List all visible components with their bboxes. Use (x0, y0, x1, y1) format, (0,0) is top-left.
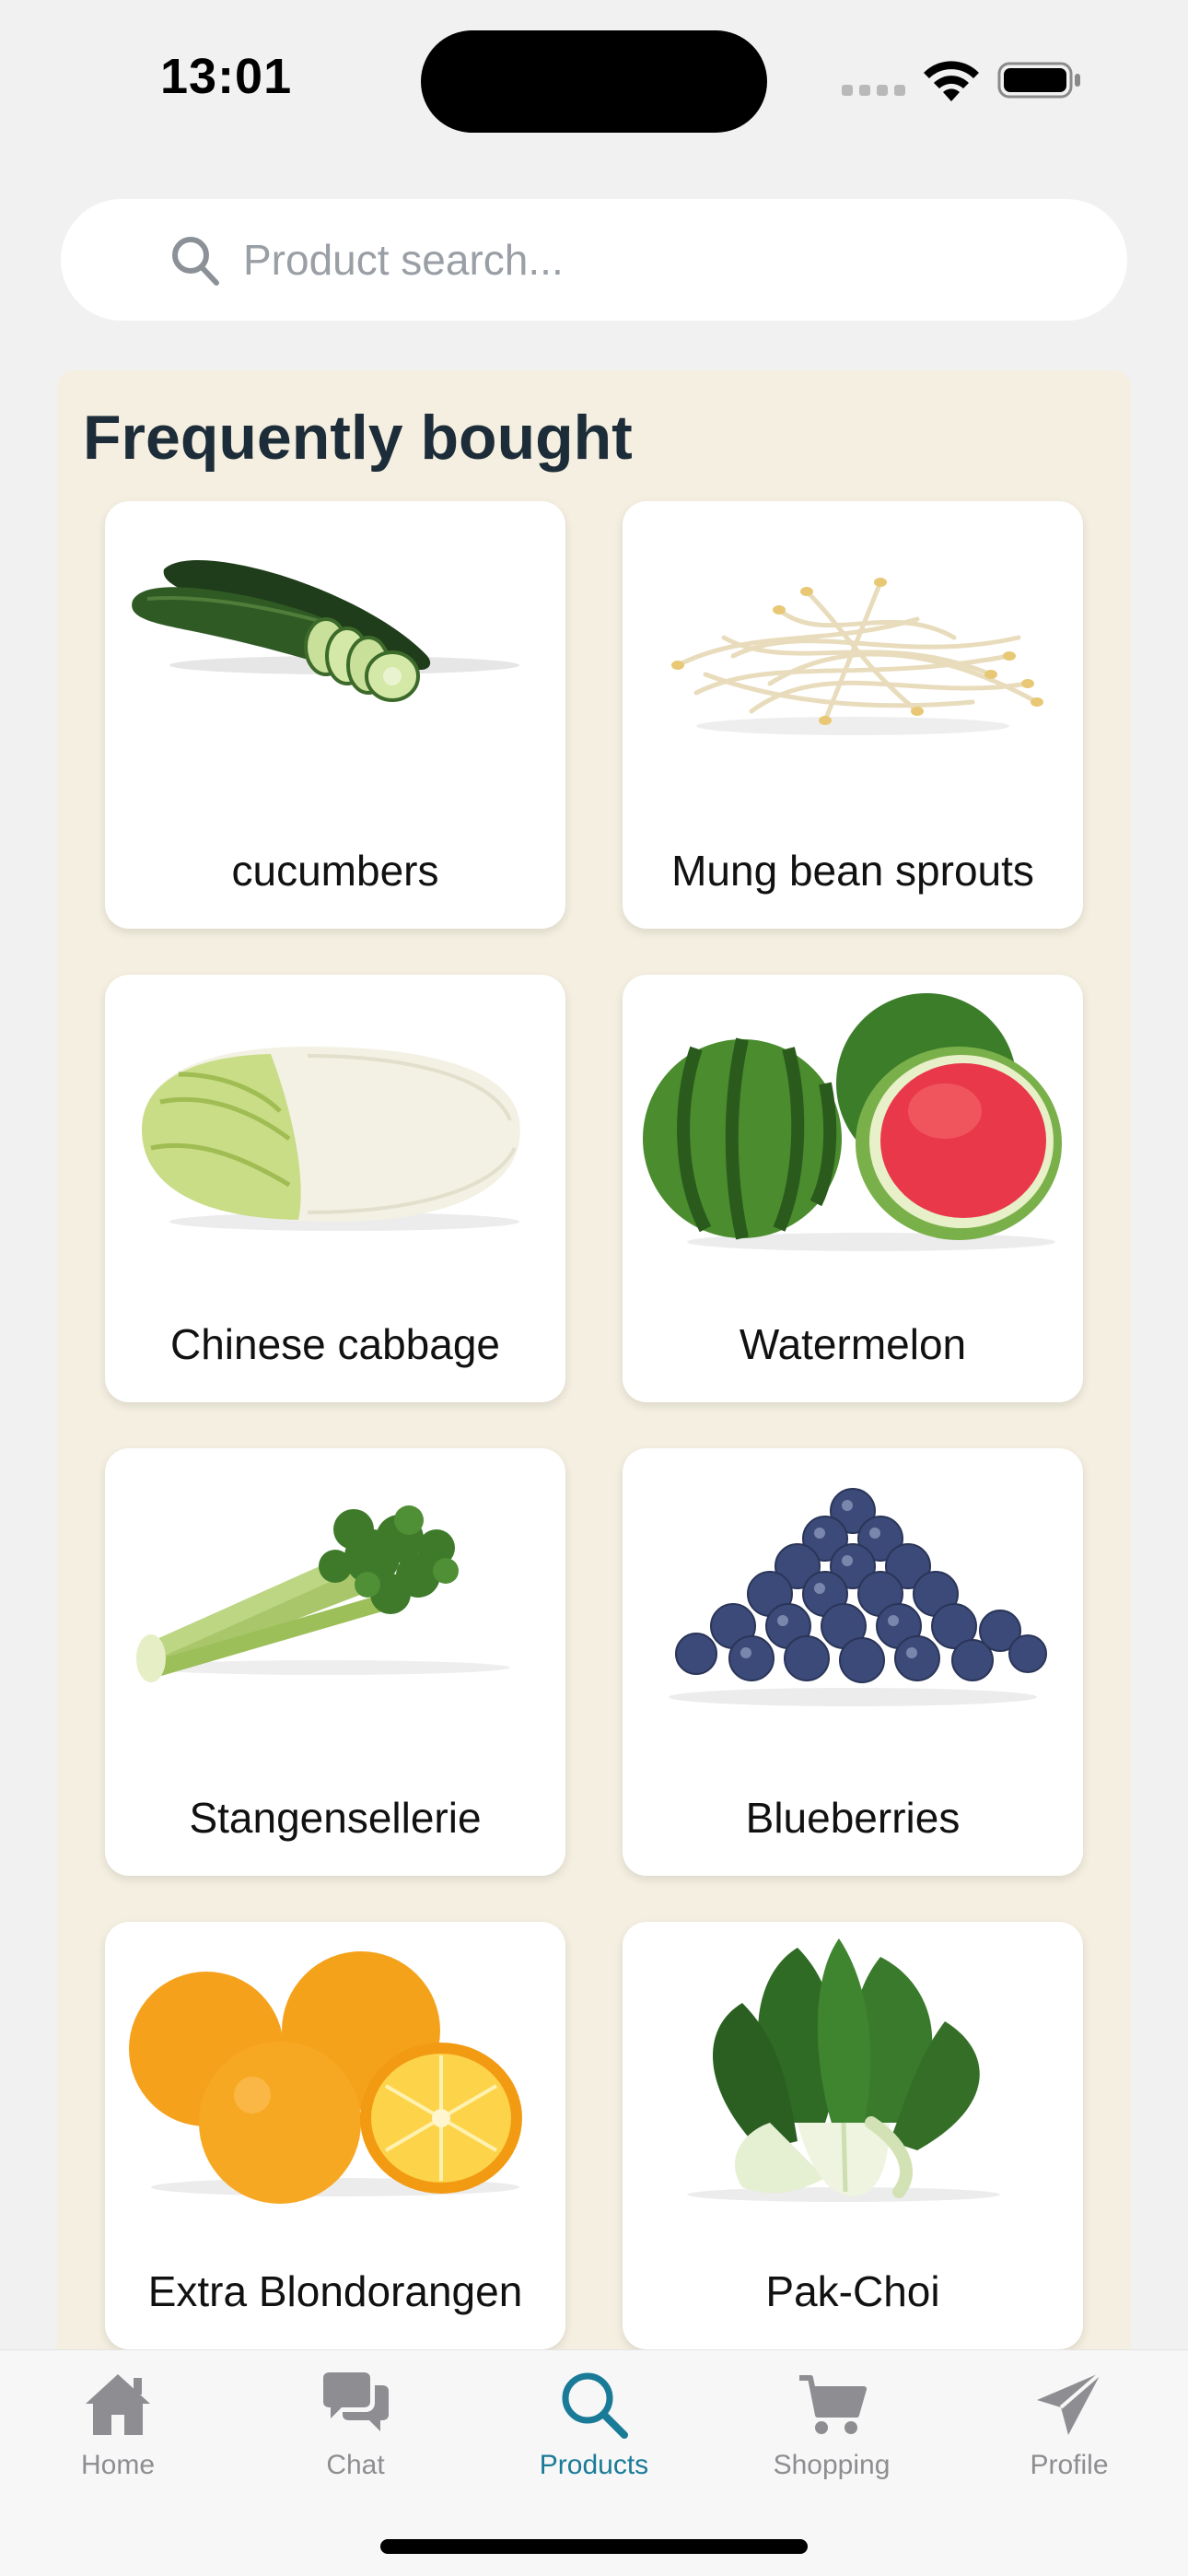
product-name: Stangensellerie (189, 1794, 482, 1842)
product-card-watermelon[interactable]: Watermelon (623, 975, 1083, 1402)
product-card-cucumbers[interactable]: cucumbers (105, 501, 565, 929)
product-name: Extra Blondorangen (147, 2267, 523, 2315)
screen: 13:01 Frequently bought (0, 0, 1188, 2576)
cucumber-image (132, 559, 519, 702)
product-name: cucumbers (231, 847, 439, 895)
battery-icon (997, 62, 1080, 99)
bean-sprouts-image (671, 578, 1043, 735)
cellular-signal-icon (842, 85, 906, 98)
wifi-icon (924, 61, 979, 101)
cabbage-image (142, 1047, 520, 1231)
product-card-pak-choi[interactable]: Pak-Choi (623, 1922, 1083, 2349)
product-card-extra-blondorangen[interactable]: Extra Blondorangen (105, 1922, 565, 2349)
tab-label: Home (80, 2450, 156, 2480)
home-icon (86, 2374, 150, 2435)
pak-choi-image (687, 1938, 1000, 2202)
paper-plane-icon (1037, 2371, 1103, 2435)
dynamic-island (421, 30, 767, 133)
tab-label: Shopping (773, 2450, 891, 2480)
product-name: Blueberries (745, 1794, 961, 1842)
tab-products[interactable]: Products (502, 2369, 686, 2507)
product-card-mung-bean-sprouts[interactable]: Mung bean sprouts (623, 501, 1083, 929)
tab-home[interactable]: Home (26, 2369, 210, 2507)
frequently-bought-section: Frequently bought cucumbers Mung bean sp… (57, 370, 1131, 2351)
search-icon (172, 237, 219, 286)
tab-label: Products (539, 2450, 649, 2480)
product-card-stangensellerie[interactable]: Stangensellerie (105, 1448, 565, 1876)
watermelon-image (643, 993, 1062, 1251)
tab-chat[interactable]: Chat (263, 2369, 448, 2507)
blueberries-image (669, 1488, 1047, 1706)
status-bar: 13:01 (0, 0, 1188, 157)
tab-label: Chat (326, 2450, 385, 2480)
tab-label: Profile (1030, 2450, 1109, 2480)
product-card-chinese-cabbage[interactable]: Chinese cabbage (105, 975, 565, 1402)
product-card-blueberries[interactable]: Blueberries (623, 1448, 1083, 1876)
oranges-image (129, 1951, 522, 2204)
section-title: Frequently bought (83, 403, 633, 473)
product-name: Chinese cabbage (169, 1320, 501, 1368)
product-name: Watermelon (739, 1320, 967, 1368)
chat-icon (323, 2372, 389, 2431)
status-time: 13:01 (160, 49, 293, 104)
home-indicator[interactable] (380, 2539, 808, 2554)
product-name: Mung bean sprouts (671, 847, 1034, 895)
cart-icon (799, 2375, 867, 2434)
tab-profile[interactable]: Profile (977, 2369, 1161, 2507)
search-bar[interactable] (61, 199, 1127, 321)
search-input[interactable] (243, 227, 1072, 293)
celery-image (136, 1505, 510, 1682)
product-name: Pak-Choi (765, 2267, 940, 2315)
search-icon (562, 2372, 628, 2439)
tab-shopping[interactable]: Shopping (740, 2369, 924, 2507)
